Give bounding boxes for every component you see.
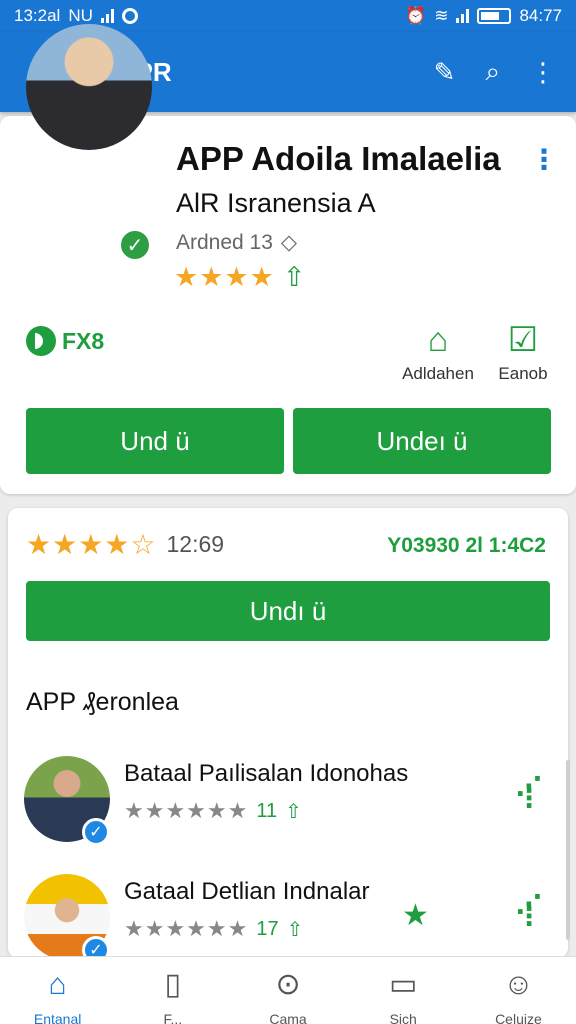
status-carrier: NU xyxy=(68,6,93,25)
battery-icon xyxy=(477,8,512,24)
pin-icon: ⊙ xyxy=(275,968,301,1001)
person-meta: ★★★★★★ 11 ⇧ xyxy=(124,798,302,824)
tag-icon: ◇ xyxy=(280,231,298,254)
nav-label: Cama xyxy=(269,1011,307,1024)
person-meta: ★★★★★★ 17 ⇧ xyxy=(124,916,303,942)
person-stars: ★★★★★★ xyxy=(124,798,249,823)
section-title: APP ₰eronlea xyxy=(26,688,179,716)
badge-icon xyxy=(26,326,56,356)
verified-check-icon: ✓ xyxy=(118,228,152,262)
bookmark-label: Adldahen xyxy=(402,364,474,383)
person-count: 17 xyxy=(256,917,279,940)
scrollbar[interactable] xyxy=(566,760,570,940)
thumbs-up-icon[interactable]: ⇧ xyxy=(287,917,304,942)
app-meta: Ardned 13 ◇ xyxy=(176,230,297,255)
nav-label: Sich xyxy=(389,1011,417,1024)
wifi-icon: ≋ xyxy=(434,6,449,25)
more-options-icon[interactable]: ⋮ xyxy=(530,146,558,174)
version-text: Y03930 2l 1:4C2 xyxy=(387,534,546,557)
check-label: Eanob xyxy=(498,364,548,383)
check-box-icon: ☑ xyxy=(507,321,539,359)
devices-icon: ▯ xyxy=(164,968,182,1001)
bookmark-icon: ⌂ xyxy=(427,321,449,359)
thumbs-up-icon[interactable]: ⇧ xyxy=(285,799,302,824)
nav-item-devices[interactable]: ▯ F... xyxy=(115,957,230,1024)
more-dots-icon[interactable]: ⋰ ⋮ xyxy=(516,891,542,929)
nav-label: F... xyxy=(163,1011,183,1024)
app-rating: ★★★★ ⇧ xyxy=(174,262,305,293)
folder-icon: ▭ xyxy=(389,968,418,1001)
person-icon: ☺ xyxy=(503,968,534,1001)
app-title: APP Adoila Imalaelia xyxy=(176,140,501,177)
nav-item-home[interactable]: ⌂ Entanal xyxy=(0,957,115,1024)
status-time: 13:2al xyxy=(14,6,61,25)
verified-badge-icon: ✓ xyxy=(82,818,110,846)
person-name: Gataal Detlian Indnalar xyxy=(124,878,370,905)
primary-action-button[interactable]: Und ü xyxy=(26,408,284,474)
app-subtitle: AlR Isranensia A xyxy=(176,188,376,218)
check-action[interactable]: ☑ Eanob xyxy=(490,320,556,384)
thumbs-up-icon[interactable]: ⇧ xyxy=(283,262,306,293)
alarm-icon: ⏰ xyxy=(405,6,427,25)
nav-item-folder[interactable]: ▭ Sich xyxy=(346,957,461,1024)
nav-item-location[interactable]: ⊙ Cama xyxy=(230,957,345,1024)
app-meta-text: Ardned 13 xyxy=(176,230,273,254)
more-dots-icon[interactable]: ⋰ ⋮ xyxy=(516,773,542,811)
edit-icon[interactable]: ✎ xyxy=(434,57,456,88)
home-icon: ⌂ xyxy=(48,968,67,1001)
rating-stars: ★★★★ xyxy=(174,262,275,292)
signal-strength-icon xyxy=(456,9,470,23)
install-button[interactable]: Undı ü xyxy=(26,581,550,641)
app-badge: FX8 xyxy=(26,326,104,356)
person-name: Bataal Paılisalan Idonohas xyxy=(124,760,409,787)
nav-item-profile[interactable]: ☺ Celuize xyxy=(461,957,576,1024)
app-avatar xyxy=(26,24,152,150)
favorite-star-icon[interactable]: ★ xyxy=(402,898,429,933)
overflow-menu-icon[interactable]: ⋮ xyxy=(530,57,556,88)
bottom-navigation: ⌂ Entanal ▯ F... ⊙ Cama ▭ Sich ☺ Celuize xyxy=(0,956,576,1024)
search-icon[interactable]: ⌕ xyxy=(485,56,500,88)
list-item[interactable]: ✓ Bataal Paılisalan Idonohas ★★★★★★ 11 ⇧… xyxy=(24,756,564,856)
notification-icon xyxy=(121,8,138,24)
badge-label: FX8 xyxy=(62,327,105,354)
nav-label: Entanal xyxy=(33,1011,82,1024)
person-stars: ★★★★★★ xyxy=(124,916,249,941)
summary-stars: ★★★★☆ xyxy=(26,529,157,560)
bookmark-action[interactable]: ⌂ Adldahen xyxy=(398,320,478,384)
signal-icon xyxy=(100,9,114,23)
rating-summary: ★★★★☆ 12:69 xyxy=(26,528,224,561)
battery-text: 84:77 xyxy=(519,6,562,25)
rating-value: 12:69 xyxy=(166,531,225,557)
person-count: 11 xyxy=(256,799,278,822)
secondary-action-button[interactable]: Undeı ü xyxy=(293,408,551,474)
nav-label: Celuize xyxy=(495,1011,542,1024)
